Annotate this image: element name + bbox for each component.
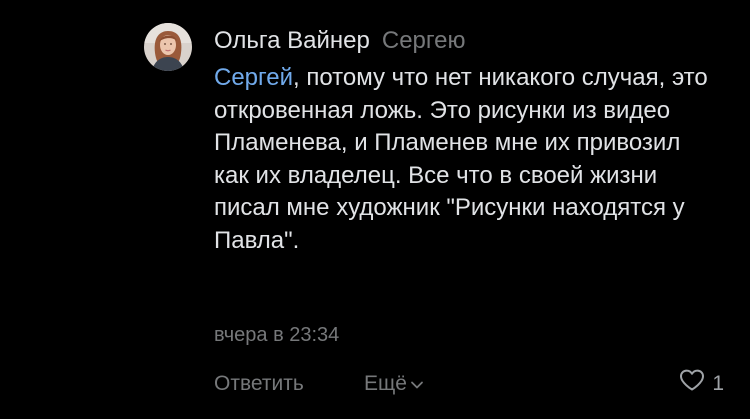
like-count: 1 [712, 372, 724, 395]
more-button[interactable]: Ещё [364, 370, 424, 398]
reply-button[interactable]: Ответить [214, 370, 304, 398]
mention-link[interactable]: Сергей [214, 64, 293, 91]
comment-body: , потому что нет никакого случая, это от… [214, 64, 708, 254]
heart-outline-icon [678, 368, 706, 400]
comment-header: Ольга Вайнер Сергею [214, 25, 465, 57]
comment: Ольга Вайнер Сергею Сергей, потому что не… [0, 0, 750, 419]
author-name[interactable]: Ольга Вайнер [214, 27, 370, 54]
like-button[interactable]: 1 [678, 369, 724, 399]
comment-text: Сергей, потому что нет никакого случая, … [214, 62, 714, 257]
more-label: Ещё [364, 372, 407, 395]
chevron-down-icon [410, 370, 424, 398]
comment-timestamp[interactable]: вчера в 23:34 [214, 321, 339, 349]
reply-to-name[interactable]: Сергею [382, 27, 466, 54]
avatar[interactable] [144, 23, 192, 71]
